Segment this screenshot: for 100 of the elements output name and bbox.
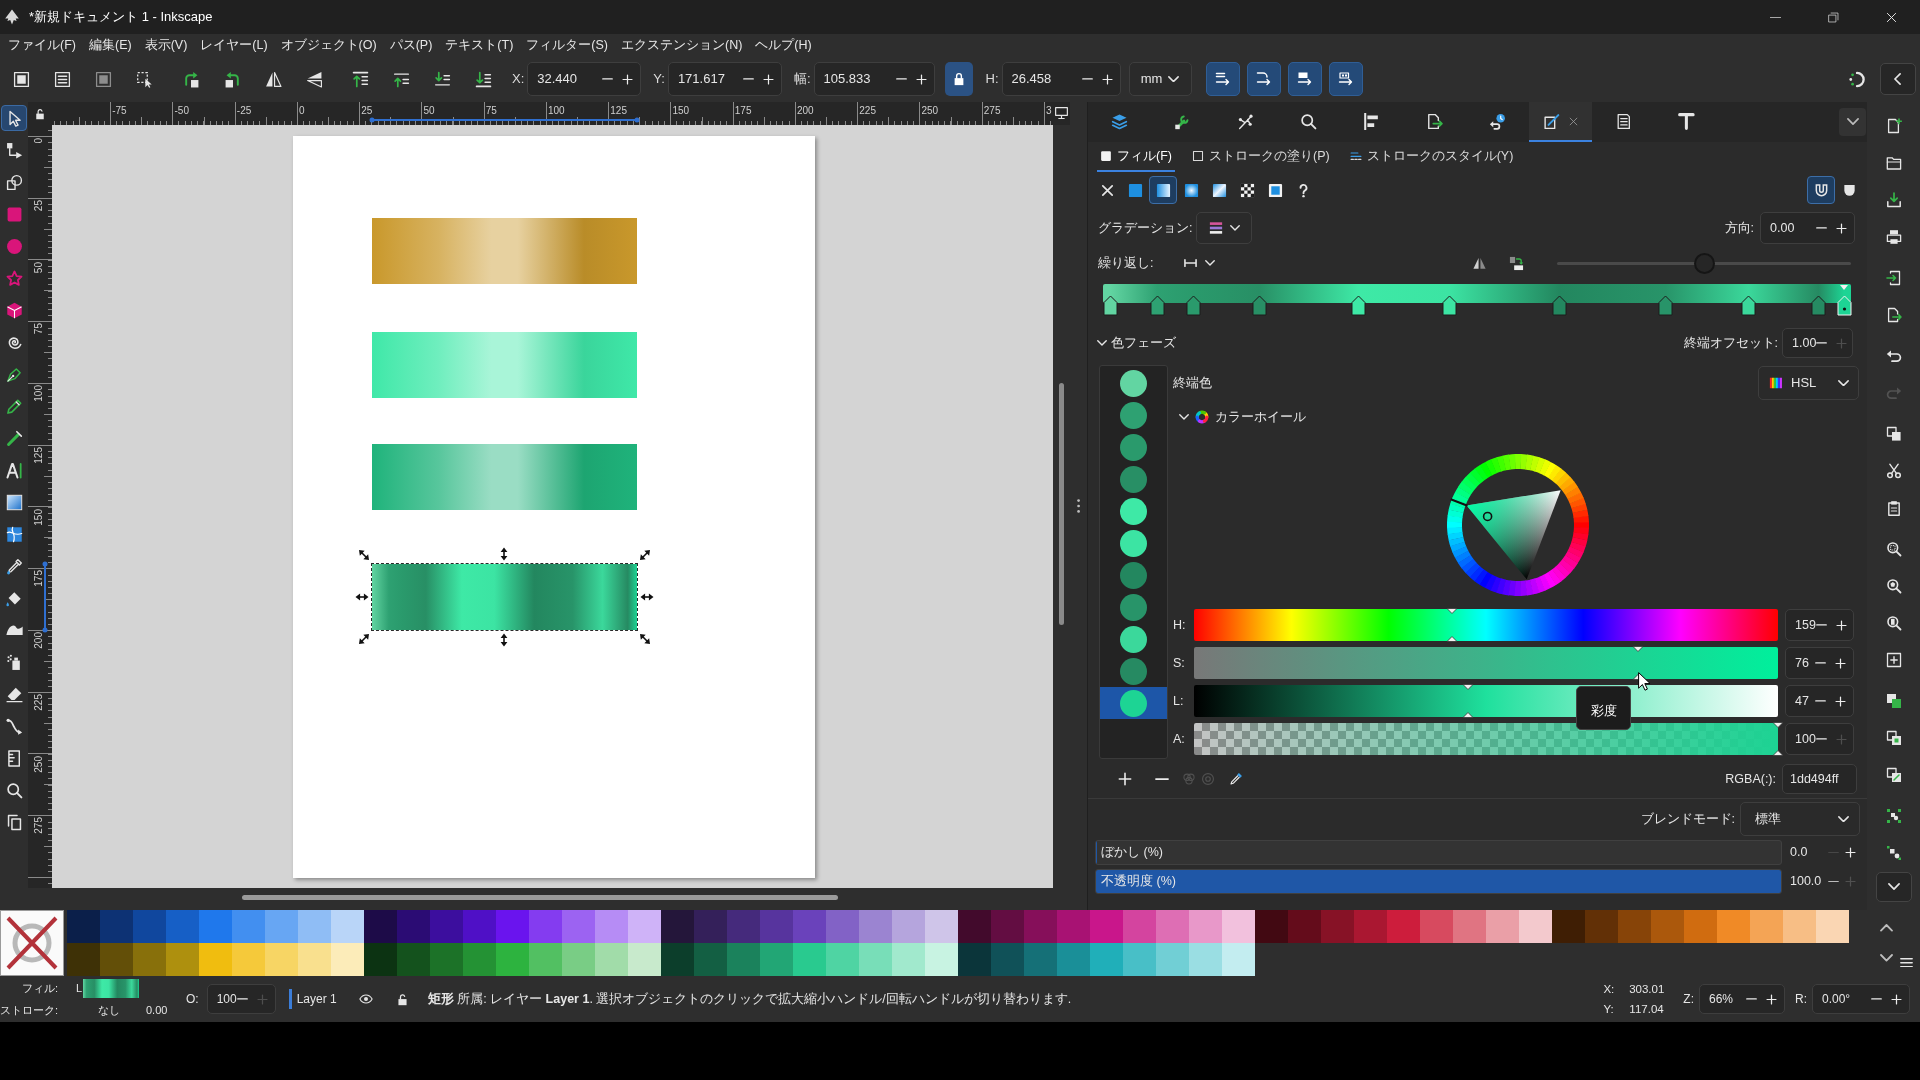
- color-swatch-icon[interactable]: [1156, 910, 1189, 943]
- color-swatch-icon[interactable]: [892, 943, 925, 976]
- flip-icon[interactable]: [1472, 255, 1487, 271]
- monitor-icon[interactable]: [1055, 107, 1068, 120]
- color-swatch-icon[interactable]: [529, 943, 562, 976]
- color-swatch-icon[interactable]: [793, 910, 826, 943]
- blend-mode-dropdown[interactable]: 標準: [1740, 802, 1860, 836]
- color-swatch-icon[interactable]: [661, 910, 694, 943]
- color-swatch-icon[interactable]: [1123, 910, 1156, 943]
- selection-handles[interactable]: [354, 546, 655, 648]
- color-swatch-icon[interactable]: [67, 943, 100, 976]
- menu-item[interactable]: ファイル(F): [8, 35, 76, 55]
- fill-tab[interactable]: ストロークの塗り(P): [1188, 142, 1333, 172]
- opacity-slider[interactable]: [1095, 869, 1782, 894]
- color-swatch-icon[interactable]: [727, 943, 760, 976]
- color-swatch-icon[interactable]: [1057, 910, 1090, 943]
- color-swatch-icon[interactable]: [1717, 910, 1750, 943]
- color-swatch-icon[interactable]: [1222, 943, 1255, 976]
- color-swatch-icon[interactable]: [1057, 943, 1090, 976]
- color-swatch-icon[interactable]: [67, 910, 100, 943]
- color-swatch-icon[interactable]: [727, 910, 760, 943]
- select-all-layers-icon[interactable]: [53, 70, 71, 88]
- color-swatch-icon[interactable]: [298, 910, 331, 943]
- deselect-icon[interactable]: [94, 70, 112, 88]
- color-swatch-icon[interactable]: [694, 943, 727, 976]
- color-swatch-icon[interactable]: [1024, 910, 1057, 943]
- import-icon[interactable]: [1885, 269, 1902, 286]
- color-swatch-icon[interactable]: [925, 943, 958, 976]
- new-document-icon[interactable]: [1885, 117, 1902, 134]
- color-swatch-icon[interactable]: [628, 910, 661, 943]
- color-swatch-icon[interactable]: [925, 910, 958, 943]
- overflow-button[interactable]: [1875, 872, 1912, 902]
- flip-vertical-icon[interactable]: [305, 70, 323, 88]
- color-swatch-icon[interactable]: [859, 910, 892, 943]
- color-swatch-icon[interactable]: [1750, 910, 1783, 943]
- scrollbar-thumb[interactable]: [242, 895, 838, 900]
- printer-icon[interactable]: [1885, 228, 1902, 245]
- restore-icon[interactable]: [1827, 11, 1839, 23]
- snap-icon[interactable]: [1847, 70, 1865, 88]
- color-slider[interactable]: [1194, 609, 1778, 641]
- color-swatch-icon[interactable]: [1255, 910, 1288, 943]
- color-swatch-icon[interactable]: [595, 910, 628, 943]
- fill-swatch[interactable]: [83, 978, 140, 998]
- no-paint-swatch-icon[interactable]: [0, 910, 64, 976]
- color-swatch-icon[interactable]: [265, 943, 298, 976]
- color-swatch-icon[interactable]: [1222, 910, 1255, 943]
- menu-item[interactable]: ヘルプ(H): [755, 35, 812, 55]
- color-swatch-icon[interactable]: [562, 943, 595, 976]
- menu-item[interactable]: パス(P): [389, 35, 433, 55]
- menu-item[interactable]: レイヤー(L): [200, 35, 268, 55]
- color-swatch-icon[interactable]: [397, 943, 430, 976]
- fill-rule-button[interactable]: [1807, 176, 1835, 204]
- color-swatch-icon[interactable]: [562, 910, 595, 943]
- color-swatch-icon[interactable]: [430, 943, 463, 976]
- color-swatch-icon[interactable]: [232, 910, 265, 943]
- color-swatch-icon[interactable]: [133, 910, 166, 943]
- color-swatch-icon[interactable]: [298, 943, 331, 976]
- color-swatch-icon[interactable]: [133, 943, 166, 976]
- rotate-left-icon[interactable]: [182, 70, 200, 88]
- color-swatch-icon[interactable]: [1321, 910, 1354, 943]
- eye-icon[interactable]: [358, 992, 373, 1006]
- lock-button[interactable]: [944, 62, 973, 96]
- color-swatch-icon[interactable]: [991, 910, 1024, 943]
- color-swatch-icon[interactable]: [1354, 910, 1387, 943]
- color-swatch-icon[interactable]: [826, 910, 859, 943]
- scissors-icon[interactable]: [1885, 462, 1902, 479]
- layer-name[interactable]: Layer 1: [296, 990, 337, 1008]
- color-swatch-icon[interactable]: [199, 943, 232, 976]
- color-swatch-icon[interactable]: [991, 943, 1024, 976]
- tabs-menu-button[interactable]: [1839, 108, 1866, 136]
- section-toggle[interactable]: カラーホイール: [1179, 407, 1306, 427]
- slider-thumb[interactable]: [1462, 684, 1475, 718]
- export-icon[interactable]: [1885, 306, 1902, 323]
- color-swatch-icon[interactable]: [1783, 910, 1816, 943]
- color-swatch-icon[interactable]: [661, 943, 694, 976]
- color-swatch-icon[interactable]: [1123, 943, 1156, 976]
- minimize-icon[interactable]: [1769, 16, 1781, 18]
- unlink-clone-icon[interactable]: [1885, 766, 1902, 783]
- flip-horizontal-icon[interactable]: [264, 70, 282, 88]
- fill-tab[interactable]: ストロークのスタイル(Y): [1346, 142, 1517, 172]
- text-field[interactable]: 1dd494ff: [1782, 764, 1857, 794]
- chevron-up-icon[interactable]: [1880, 924, 1893, 932]
- color-swatch-icon[interactable]: [1090, 910, 1123, 943]
- color-swatch-icon[interactable]: [364, 943, 397, 976]
- slider-thumb[interactable]: [1446, 608, 1459, 642]
- scrollbar-thumb[interactable]: [1059, 383, 1064, 625]
- color-mode-dropdown[interactable]: HSL: [1758, 366, 1859, 400]
- color-swatch-icon[interactable]: [628, 943, 661, 976]
- color-slider[interactable]: [1194, 685, 1778, 717]
- swap-stops-icon[interactable]: [1509, 255, 1524, 271]
- color-swatch-icon[interactable]: [463, 943, 496, 976]
- color-swatch-icon[interactable]: [958, 910, 991, 943]
- zoom-page-icon[interactable]: [1885, 614, 1902, 631]
- panel-toggle-button[interactable]: [1880, 63, 1916, 95]
- color-swatch-icon[interactable]: [529, 910, 562, 943]
- paint-type-button[interactable]: [1149, 176, 1177, 204]
- color-swatch-icon[interactable]: [496, 910, 529, 943]
- color-swatch-icon[interactable]: [1618, 910, 1651, 943]
- color-swatch-icon[interactable]: [1387, 910, 1420, 943]
- select-all-icon[interactable]: [12, 70, 30, 88]
